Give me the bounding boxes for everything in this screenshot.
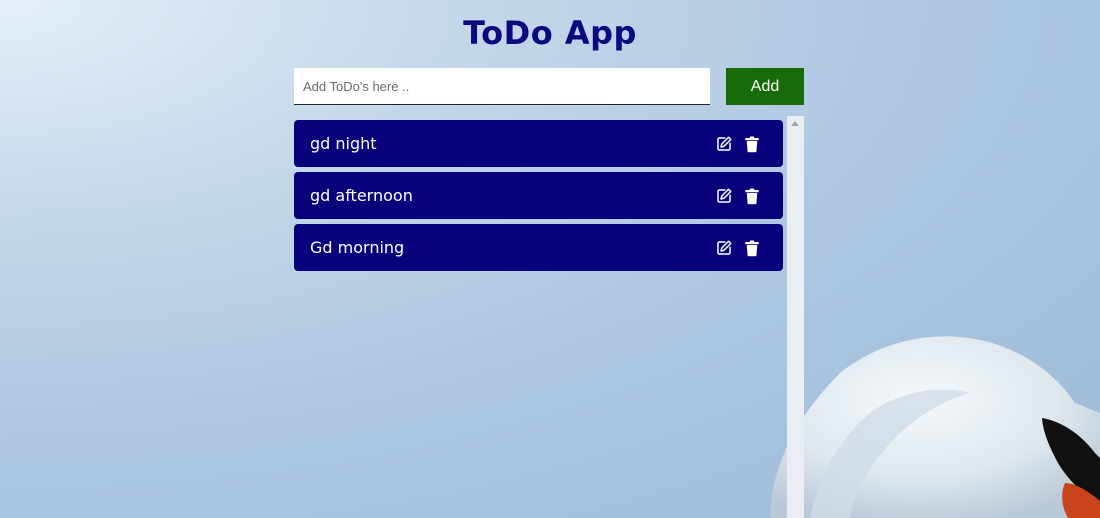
trash-icon[interactable] — [743, 187, 761, 205]
edit-icon[interactable] — [715, 239, 733, 257]
list-scrollbar[interactable] — [787, 116, 804, 518]
edit-icon[interactable] — [715, 135, 733, 153]
todo-item: gd night — [294, 120, 783, 167]
edit-icon[interactable] — [715, 187, 733, 205]
todo-item-text: gd night — [310, 134, 377, 153]
todo-item-text: Gd morning — [310, 238, 405, 257]
trash-icon[interactable] — [743, 239, 761, 257]
page-title: ToDo App — [463, 14, 637, 52]
todo-item-text: gd afternoon — [310, 186, 413, 205]
add-button[interactable]: Add — [726, 68, 804, 105]
swan-background-image — [770, 333, 1100, 518]
scroll-up-arrow-icon[interactable] — [791, 121, 799, 126]
todo-item: gd afternoon — [294, 172, 783, 219]
trash-icon[interactable] — [743, 135, 761, 153]
todo-input[interactable] — [294, 68, 710, 105]
todo-list: gd night gd afternoon Gd morning — [294, 116, 804, 518]
todo-item: Gd morning — [294, 224, 783, 271]
